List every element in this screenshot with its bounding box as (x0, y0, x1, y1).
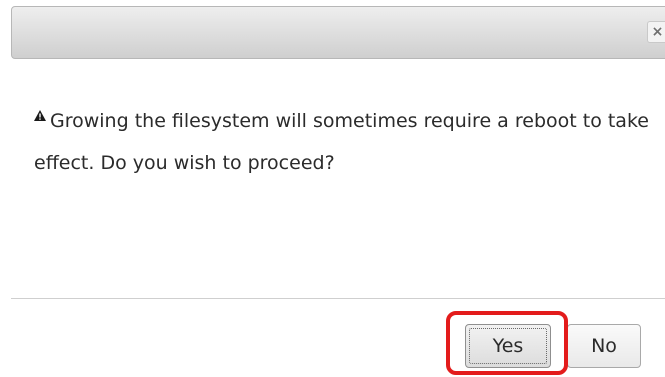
dialog-title-bar[interactable] (11, 6, 665, 59)
close-button[interactable]: × (647, 21, 665, 43)
warning-triangle-icon (34, 94, 46, 136)
yes-button-label: Yes (469, 328, 547, 364)
confirm-dialog: × Growing the filesystem will sometimes … (0, 0, 665, 377)
close-icon: × (651, 24, 664, 40)
message-text: Growing the filesystem will sometimes re… (34, 110, 649, 174)
no-button[interactable]: No (567, 324, 641, 368)
dialog-message: Growing the filesystem will sometimes re… (34, 94, 654, 184)
yes-button[interactable]: Yes (465, 324, 551, 368)
button-area-divider (11, 298, 665, 299)
